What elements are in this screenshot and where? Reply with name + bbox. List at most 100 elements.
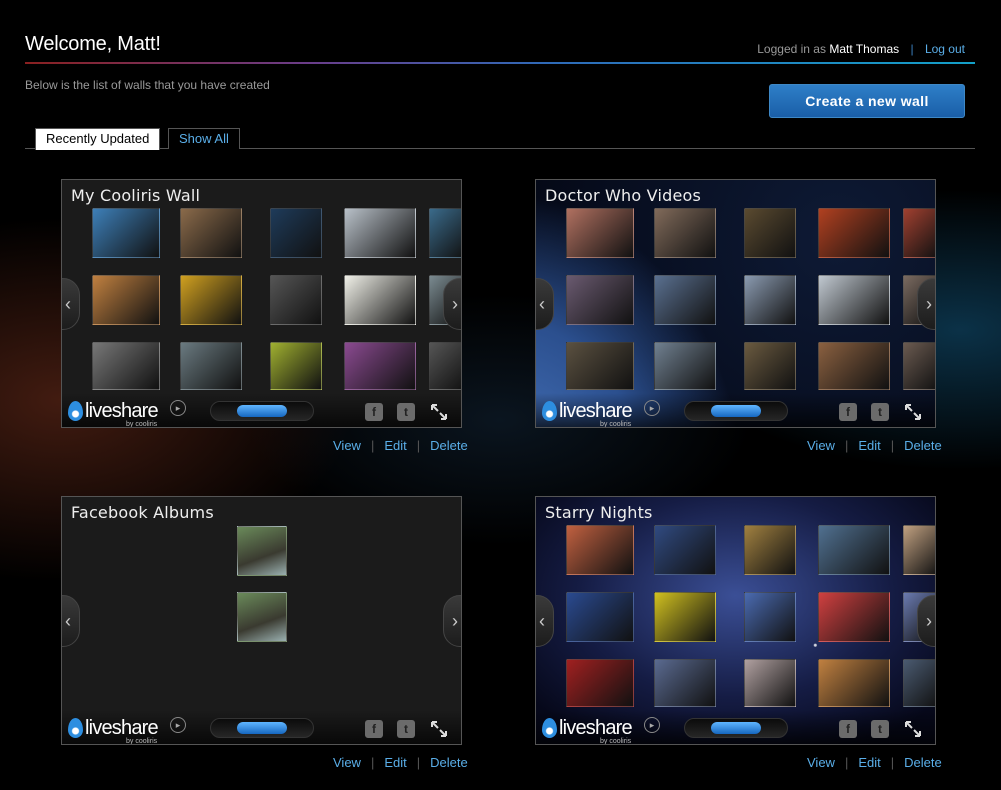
wall-thumbnail[interactable] [429, 208, 461, 258]
wall-thumbnail[interactable] [180, 275, 242, 325]
wall-thumbnail[interactable] [818, 342, 890, 390]
next-arrow-button[interactable]: › [917, 278, 935, 330]
delete-link[interactable]: Delete [430, 755, 468, 770]
wall-thumbnail[interactable] [237, 592, 287, 642]
fullscreen-expand-icon[interactable] [903, 719, 923, 739]
play-info-icon[interactable]: ▸ [644, 400, 660, 416]
wall-card-facebook-albums[interactable]: Facebook Albums ‹ › liveshare by cooliris ▸ f… [61, 496, 462, 745]
wall-thumbnail[interactable] [744, 342, 796, 390]
wall-thumbnail[interactable] [744, 592, 796, 642]
scroll-thumb[interactable] [711, 722, 761, 734]
wall-thumbnail[interactable] [654, 208, 716, 258]
previous-arrow-button[interactable]: ‹ [536, 278, 554, 330]
delete-link[interactable]: Delete [904, 438, 942, 453]
wall-card-doctor-who-videos[interactable]: Doctor Who Videos ‹ › liveshare by cooliris… [535, 179, 936, 428]
play-info-icon[interactable]: ▸ [170, 717, 186, 733]
edit-link[interactable]: Edit [384, 755, 406, 770]
previous-arrow-button[interactable]: ‹ [62, 278, 80, 330]
wall-scrollbar[interactable] [210, 718, 314, 738]
wall-thumbnail[interactable] [92, 342, 160, 390]
twitter-share-icon[interactable]: t [871, 720, 889, 738]
twitter-share-icon[interactable]: t [397, 720, 415, 738]
fullscreen-expand-icon[interactable] [903, 402, 923, 422]
logo-text: liveshare [559, 400, 633, 422]
facebook-share-icon[interactable]: f [839, 403, 857, 421]
wall-thumbnail[interactable] [237, 526, 287, 576]
wall-scrollbar[interactable] [684, 718, 788, 738]
previous-arrow-button[interactable]: ‹ [62, 595, 80, 647]
wall-thumbnail[interactable] [744, 659, 796, 707]
wall-title: Doctor Who Videos [545, 186, 702, 205]
welcome-heading: Welcome, Matt! [25, 33, 161, 55]
previous-arrow-button[interactable]: ‹ [536, 595, 554, 647]
view-link[interactable]: View [807, 755, 835, 770]
facebook-share-icon[interactable]: f [365, 403, 383, 421]
wall-thumbnail[interactable] [903, 342, 935, 390]
view-link[interactable]: View [333, 755, 361, 770]
wall-thumbnail[interactable] [270, 208, 322, 258]
wall-thumbnail[interactable] [566, 342, 634, 390]
wall-thumbnail[interactable] [344, 275, 416, 325]
wall-thumbnail[interactable] [654, 592, 716, 642]
wall-thumbnail[interactable] [566, 659, 634, 707]
wall-thumbnail[interactable] [92, 208, 160, 258]
view-link[interactable]: View [807, 438, 835, 453]
wall-thumbnail[interactable] [270, 275, 322, 325]
wall-thumbnail[interactable] [566, 525, 634, 575]
edit-link[interactable]: Edit [384, 438, 406, 453]
next-arrow-button[interactable]: › [917, 595, 935, 647]
wall-thumbnail[interactable] [654, 659, 716, 707]
wall-thumbnail[interactable] [744, 275, 796, 325]
wall-thumbnail[interactable] [744, 208, 796, 258]
wall-thumbnail[interactable] [654, 342, 716, 390]
next-arrow-button[interactable]: › [443, 595, 461, 647]
delete-link[interactable]: Delete [904, 755, 942, 770]
fullscreen-expand-icon[interactable] [429, 402, 449, 422]
wall-thumbnail[interactable] [344, 208, 416, 258]
wall-scrollbar[interactable] [684, 401, 788, 421]
logout-link[interactable]: Log out [925, 42, 965, 56]
wall-thumbnail[interactable] [654, 275, 716, 325]
wall-thumbnail[interactable] [344, 342, 416, 390]
wall-thumbnail[interactable] [903, 525, 935, 575]
liveshare-logo: liveshare by cooliris [542, 718, 633, 744]
wall-card-my-cooliris-wall[interactable]: My Cooliris Wall ‹ › liveshare by cooliris ▸… [61, 179, 462, 428]
view-link[interactable]: View [333, 438, 361, 453]
tab-show-all[interactable]: Show All [168, 128, 240, 149]
wall-thumbnail[interactable] [270, 342, 322, 390]
wall-thumbnail[interactable] [818, 659, 890, 707]
create-new-wall-button[interactable]: Create a new wall [769, 84, 965, 118]
delete-link[interactable]: Delete [430, 438, 468, 453]
twitter-share-icon[interactable]: t [871, 403, 889, 421]
wall-scrollbar[interactable] [210, 401, 314, 421]
wall-thumbnail[interactable] [180, 342, 242, 390]
edit-link[interactable]: Edit [858, 755, 880, 770]
fullscreen-expand-icon[interactable] [429, 719, 449, 739]
wall-thumbnail[interactable] [566, 592, 634, 642]
scroll-thumb[interactable] [711, 405, 761, 417]
facebook-share-icon[interactable]: f [839, 720, 857, 738]
wall-thumbnail[interactable] [818, 208, 890, 258]
wall-thumbnail[interactable] [903, 208, 935, 258]
wall-card-starry-nights[interactable]: Starry Nights ‹ › liveshare by cooliris ▸ f t [535, 496, 936, 745]
tab-recently-updated[interactable]: Recently Updated [35, 128, 161, 150]
wall-thumbnail[interactable] [818, 275, 890, 325]
scroll-thumb[interactable] [237, 405, 287, 417]
scroll-thumb[interactable] [237, 722, 287, 734]
wall-thumbnail[interactable] [744, 525, 796, 575]
wall-thumbnail[interactable] [903, 659, 935, 707]
wall-thumbnail[interactable] [566, 275, 634, 325]
wall-thumbnail[interactable] [654, 525, 716, 575]
wall-thumbnail[interactable] [818, 525, 890, 575]
next-arrow-button[interactable]: › [443, 278, 461, 330]
wall-thumbnail[interactable] [429, 342, 461, 390]
wall-thumbnail[interactable] [92, 275, 160, 325]
facebook-share-icon[interactable]: f [365, 720, 383, 738]
twitter-share-icon[interactable]: t [397, 403, 415, 421]
edit-link[interactable]: Edit [858, 438, 880, 453]
play-info-icon[interactable]: ▸ [170, 400, 186, 416]
wall-thumbnail[interactable] [180, 208, 242, 258]
play-info-icon[interactable]: ▸ [644, 717, 660, 733]
wall-thumbnail[interactable] [818, 592, 890, 642]
wall-thumbnail[interactable] [566, 208, 634, 258]
